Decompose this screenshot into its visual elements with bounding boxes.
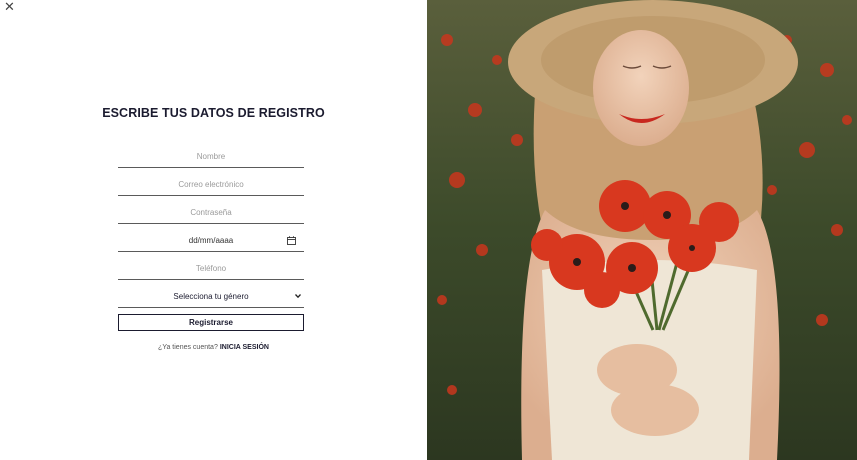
phone-input[interactable] xyxy=(118,264,304,273)
calendar-icon[interactable] xyxy=(287,236,296,245)
registration-form: dd/mm/aaaa Selecciona tu género Registra… xyxy=(118,146,304,331)
woman-with-poppies-image xyxy=(427,0,857,460)
email-input[interactable] xyxy=(118,180,304,189)
close-icon[interactable]: ✕ xyxy=(4,1,16,14)
registration-panel: ✕ ESCRIBE TUS DATOS DE REGISTRO dd/mm/aa… xyxy=(0,0,427,460)
gender-select[interactable]: Selecciona tu género xyxy=(118,286,304,308)
birthdate-value: dd/mm/aaaa xyxy=(188,236,234,245)
gender-selected-value: Selecciona tu género xyxy=(173,292,249,301)
login-prompt-text: ¿Ya tienes cuenta? xyxy=(158,344,218,351)
phone-field-row xyxy=(118,258,304,280)
hero-photo xyxy=(427,0,857,460)
login-link[interactable]: INICIA SESIÓN xyxy=(220,344,269,351)
chevron-down-icon xyxy=(295,294,301,299)
email-field-row xyxy=(118,174,304,196)
password-input[interactable] xyxy=(118,208,304,217)
name-input[interactable] xyxy=(118,152,304,161)
password-field-row xyxy=(118,202,304,224)
register-button[interactable]: Registrarse xyxy=(118,314,304,331)
page-title: ESCRIBE TUS DATOS DE REGISTRO xyxy=(102,106,325,120)
login-prompt: ¿Ya tienes cuenta? INICIA SESIÓN xyxy=(0,344,427,351)
birthdate-field[interactable]: dd/mm/aaaa xyxy=(118,230,304,252)
name-field-row xyxy=(118,146,304,168)
